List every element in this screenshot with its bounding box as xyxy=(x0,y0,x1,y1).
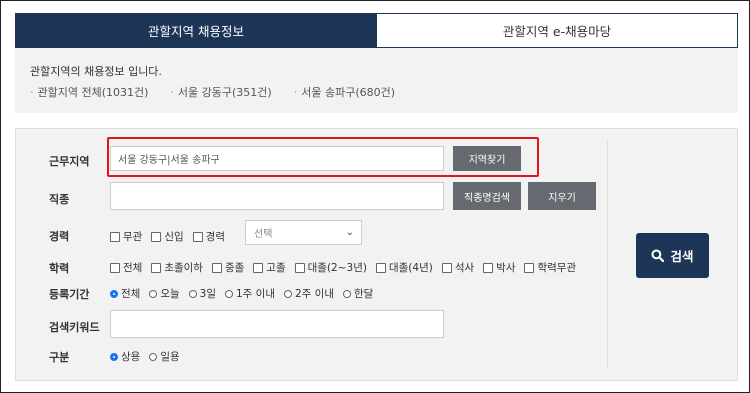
period-option[interactable]: 전체 xyxy=(110,286,140,301)
period-option[interactable]: 1주 이내 xyxy=(225,286,275,301)
career-options: 무관 신입 경력 xyxy=(110,229,234,244)
checkbox-icon xyxy=(375,262,386,273)
checkbox-icon xyxy=(110,262,120,273)
education-option[interactable]: 학력무관 xyxy=(524,260,576,275)
region-link-songpa[interactable]: · 서울 송파구(680건) xyxy=(294,84,395,100)
career-label: 경력 xyxy=(49,230,70,243)
tab-bar: 관할지역 채용정보 관할지역 e-채용마당 xyxy=(15,13,738,48)
region-link-all[interactable]: · 관할지역 전체(1031건) xyxy=(30,84,148,100)
type-label: 구분 xyxy=(49,351,70,364)
education-option[interactable]: 중졸 xyxy=(211,260,244,275)
type-option[interactable]: 일용 xyxy=(149,349,180,364)
radio-icon xyxy=(225,289,233,298)
info-title: 관할지역의 채용정보 입니다. xyxy=(30,65,162,78)
checkbox-icon xyxy=(192,231,203,242)
keyword-label: 검색키워드 xyxy=(49,321,100,334)
radio-icon xyxy=(149,352,158,361)
tab-local-jobs[interactable]: 관할지역 채용정보 xyxy=(15,13,377,48)
checkbox-icon xyxy=(483,262,494,273)
region-link-gangdong[interactable]: · 서울 강동구(351건) xyxy=(170,84,271,100)
tab-e-recruitment[interactable]: 관할지역 e-채용마당 xyxy=(377,13,738,48)
education-label: 학력 xyxy=(49,262,70,275)
education-option[interactable]: 박사 xyxy=(483,260,515,275)
job-search-button[interactable]: 직종명검색 xyxy=(453,182,521,210)
bullet-icon: · xyxy=(170,86,174,99)
education-option[interactable]: 전체 xyxy=(110,260,142,275)
checkbox-icon xyxy=(151,262,162,273)
career-select-value: 선택 xyxy=(254,229,273,240)
checkbox-icon xyxy=(151,231,162,242)
education-option[interactable]: 대졸(2~3년) xyxy=(294,260,367,275)
type-option[interactable]: 상용 xyxy=(110,349,140,364)
radio-icon xyxy=(284,289,292,298)
checkbox-icon xyxy=(110,231,120,242)
bullet-icon: · xyxy=(30,86,34,99)
checkbox-icon xyxy=(524,262,535,273)
radio-icon xyxy=(149,289,158,298)
period-options: 전체 오늘 3일 1주 이내 2주 이내 한달 xyxy=(110,286,382,301)
highlight-box xyxy=(107,137,539,177)
checkbox-icon xyxy=(253,262,264,273)
period-option[interactable]: 3일 xyxy=(188,286,216,301)
keyword-input[interactable] xyxy=(110,310,444,338)
education-option[interactable]: 석사 xyxy=(441,260,474,275)
career-option[interactable]: 신입 xyxy=(151,229,184,244)
period-option[interactable]: 한달 xyxy=(343,286,373,301)
job-input[interactable] xyxy=(110,182,444,210)
radio-icon xyxy=(343,289,351,298)
radio-checked-icon xyxy=(110,352,118,361)
search-button-label: 검색 xyxy=(670,249,694,264)
search-button[interactable]: 검색 xyxy=(636,233,709,278)
info-box: 관할지역의 채용정보 입니다. · 관할지역 전체(1031건) · 서울 강동구(… xyxy=(15,48,738,113)
radio-icon xyxy=(188,289,197,298)
clear-button[interactable]: 지우기 xyxy=(528,182,596,210)
radio-checked-icon xyxy=(110,289,118,298)
education-option[interactable]: 대졸(4년) xyxy=(375,260,433,275)
education-option[interactable]: 초졸이하 xyxy=(151,260,203,275)
period-label: 등록기간 xyxy=(49,288,90,301)
education-option[interactable]: 고졸 xyxy=(253,260,286,275)
career-option[interactable]: 경력 xyxy=(192,229,225,244)
checkbox-icon xyxy=(211,262,222,273)
checkbox-icon xyxy=(294,262,305,273)
job-label: 직종 xyxy=(49,193,70,206)
region-label: 근무지역 xyxy=(49,155,90,168)
period-option[interactable]: 2주 이내 xyxy=(284,286,334,301)
region-count-links: · 관할지역 전체(1031건) · 서울 강동구(351건) · 서울 송파구(68… xyxy=(30,84,395,100)
career-option[interactable]: 무관 xyxy=(110,229,142,244)
chevron-down-icon: ⌄ xyxy=(345,227,354,238)
period-option[interactable]: 오늘 xyxy=(149,286,180,301)
search-panel: 근무지역 서울 강동구|서울 송파구 지역찾기 직종 직종명검색 지우기 경력 … xyxy=(15,128,738,381)
divider xyxy=(607,141,608,369)
education-options: 전체 초졸이하 중졸 고졸 대졸(2~3년) 대졸(4년) 석사 박사 학력무관 xyxy=(110,260,585,275)
checkbox-icon xyxy=(441,262,452,273)
bullet-icon: · xyxy=(293,86,298,99)
search-icon xyxy=(651,249,665,262)
career-select[interactable]: 선택 ⌄ xyxy=(245,220,362,245)
type-options: 상용 일용 xyxy=(110,349,189,364)
